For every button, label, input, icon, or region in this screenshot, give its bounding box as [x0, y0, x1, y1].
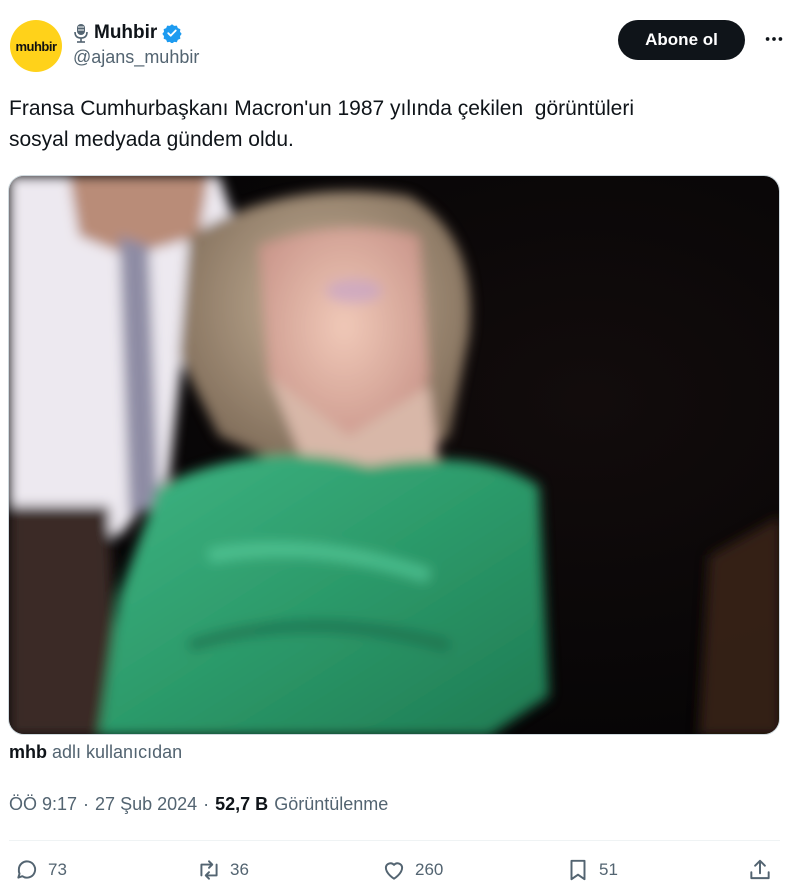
source-suffix: adlı kullanıcıdan [52, 742, 183, 762]
meta-separator: · [203, 794, 210, 814]
reply-count: 73 [48, 860, 67, 879]
views-count: 52,7 B [215, 794, 269, 814]
verified-badge-icon [162, 24, 182, 43]
avatar[interactable]: muhbir [10, 20, 62, 72]
repost-icon [200, 860, 218, 880]
microphone-icon [74, 24, 88, 43]
tweet-text: Fransa Cumhurbaşkanı Macron'un 1987 yılı… [9, 97, 635, 151]
bookmark-button[interactable]: 51 [565, 857, 618, 883]
tweet-meta: ÖÖ 9:17 · 27 Şub 2024 · 52,7 B Görüntüle… [9, 794, 388, 815]
source-user[interactable]: mhb [9, 742, 47, 762]
more-options-icon[interactable] [763, 28, 785, 50]
meta-separator: · [83, 794, 90, 814]
avatar-logo-text: muhbir [15, 38, 57, 54]
share-button[interactable] [747, 857, 773, 883]
share-icon [750, 859, 770, 880]
views-label: Görüntülenme [274, 794, 389, 814]
action-bar: 73 36 260 51 [14, 857, 773, 887]
media-source: mhb adlı kullanıcıdan [9, 742, 182, 763]
tweet-time[interactable]: ÖÖ 9:17 [9, 794, 77, 815]
repost-button[interactable]: 36 [196, 857, 249, 883]
video-frame [9, 176, 779, 734]
author-names: Muhbir @ajans_muhbir [73, 21, 199, 68]
tweet-date[interactable]: 27 Şub 2024 [95, 794, 197, 815]
follow-button[interactable]: Abone ol [618, 20, 745, 60]
user-handle[interactable]: @ajans_muhbir [73, 47, 199, 68]
bookmark-count: 51 [599, 860, 618, 879]
display-name[interactable]: Muhbir [94, 22, 157, 44]
tweet-header: muhbir Muhbir @ajans_muhbir Abone ol [10, 18, 787, 74]
repost-count: 36 [230, 860, 249, 879]
like-button[interactable]: 260 [381, 857, 443, 883]
reply-icon [17, 860, 37, 879]
like-count: 260 [415, 860, 444, 879]
divider [9, 840, 780, 841]
reply-button[interactable]: 73 [14, 857, 67, 883]
name-row: Muhbir [73, 21, 199, 45]
bookmark-icon [570, 859, 586, 881]
heart-icon [384, 862, 404, 880]
video-player[interactable] [8, 175, 780, 735]
